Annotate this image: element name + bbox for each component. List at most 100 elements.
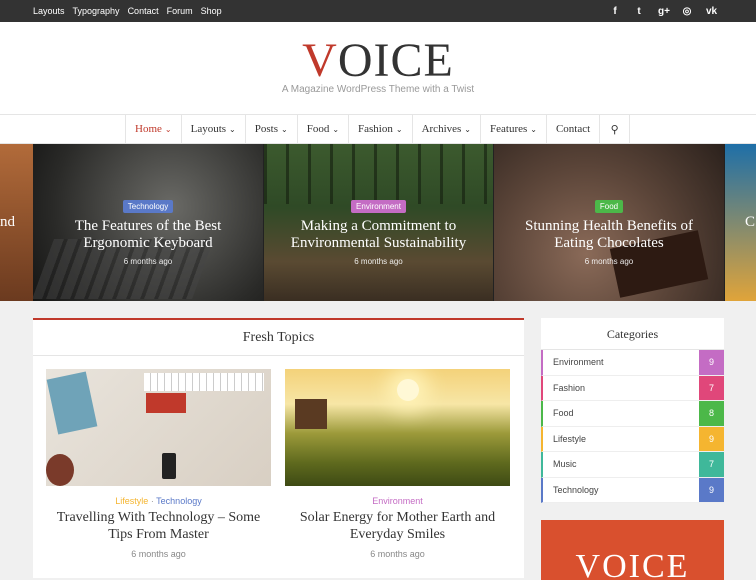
top-link-typography[interactable]: Typography bbox=[73, 6, 120, 16]
category-badge[interactable]: Environment bbox=[351, 200, 406, 213]
nav-contact[interactable]: Contact bbox=[547, 114, 601, 144]
vk-icon[interactable]: vk bbox=[706, 6, 717, 17]
slide-title[interactable]: Stunning Health Benefits of Eating Choco… bbox=[494, 218, 724, 252]
sun-image bbox=[397, 379, 419, 401]
nav-posts[interactable]: Posts ⌄ bbox=[246, 114, 298, 144]
category-name: Music bbox=[553, 459, 577, 470]
instagram-icon[interactable]: ◎ bbox=[682, 6, 692, 17]
cup-image bbox=[46, 454, 74, 486]
category-item-technology[interactable]: Technology 9 bbox=[541, 477, 724, 503]
slide-time: 6 months ago bbox=[354, 257, 403, 266]
google-plus-icon[interactable]: g+ bbox=[658, 6, 670, 17]
forest-image bbox=[264, 144, 493, 204]
logo-v: V bbox=[302, 34, 338, 87]
post-image[interactable] bbox=[46, 369, 271, 486]
site-header: VOICE A Magazine WordPress Theme with a … bbox=[0, 22, 756, 114]
category-count: 9 bbox=[699, 477, 724, 502]
category-count: 9 bbox=[699, 350, 724, 375]
nav-label: Contact bbox=[555, 123, 591, 135]
slide-partial-right[interactable]: C bbox=[725, 144, 756, 301]
social-links: f t g+ ◎ vk bbox=[610, 0, 717, 22]
category-name: Environment bbox=[553, 357, 604, 368]
notebook-image bbox=[46, 371, 98, 435]
slide-time: 6 months ago bbox=[123, 257, 173, 266]
category-item-food[interactable]: Food 8 bbox=[541, 401, 724, 427]
post-card[interactable]: Environment Solar Energy for Mother Eart… bbox=[285, 369, 510, 559]
barn-image bbox=[295, 399, 327, 429]
post-time: 6 months ago bbox=[370, 549, 425, 559]
post-card[interactable]: Lifestyle · Technology Travelling With T… bbox=[46, 369, 271, 559]
widget-title: Categories bbox=[541, 318, 724, 350]
slide-time: 6 months ago bbox=[584, 257, 634, 266]
slide-partial-text: C bbox=[745, 214, 756, 230]
category-count: 7 bbox=[699, 452, 724, 477]
category-name: Technology bbox=[553, 484, 599, 495]
search-icon: ⚲ bbox=[610, 123, 619, 136]
nav-label: Archives bbox=[421, 123, 462, 135]
nav-home[interactable]: Home ⌄ bbox=[126, 114, 182, 144]
category-name: Lifestyle bbox=[553, 433, 587, 444]
category-link[interactable]: Environment bbox=[372, 496, 423, 506]
post-title[interactable]: Travelling With Technology – Some Tips F… bbox=[46, 509, 271, 543]
slide-partial-left[interactable]: nd bbox=[0, 144, 33, 301]
post-time: 6 months ago bbox=[131, 549, 186, 559]
book-image bbox=[146, 393, 186, 413]
top-link-forum[interactable]: Forum bbox=[167, 6, 193, 16]
category-count: 7 bbox=[699, 375, 724, 400]
site-logo[interactable]: VOICE bbox=[0, 36, 756, 86]
categories-widget: Categories Environment 9 Fashion 7 Food … bbox=[541, 318, 724, 503]
slide-environment[interactable]: Environment Making a Commitment to Envir… bbox=[264, 144, 493, 301]
slide-technology[interactable]: Technology The Features of the Best Ergo… bbox=[33, 144, 263, 301]
search-button[interactable]: ⚲ bbox=[600, 114, 631, 144]
post-categories: Environment bbox=[285, 496, 510, 506]
slide-title[interactable]: The Features of the Best Ergonomic Keybo… bbox=[33, 218, 263, 252]
nav-food[interactable]: Food ⌄ bbox=[298, 114, 350, 144]
category-name: Food bbox=[553, 408, 574, 419]
category-name: Fashion bbox=[553, 382, 586, 393]
category-item-environment[interactable]: Environment 9 bbox=[541, 350, 724, 376]
category-badge[interactable]: Technology bbox=[122, 200, 174, 213]
nav-layouts[interactable]: Layouts ⌄ bbox=[182, 114, 246, 144]
post-categories: Lifestyle · Technology bbox=[46, 496, 271, 506]
main-nav: Home ⌄ Layouts ⌄ Posts ⌄ Food ⌄ Fashion ⌄ Arc… bbox=[0, 114, 756, 144]
fresh-topics-panel: Fresh Topics Lifestyle · Technology Trav… bbox=[33, 318, 524, 578]
category-link[interactable]: Technology bbox=[156, 496, 202, 506]
nav-label: Home bbox=[135, 123, 162, 135]
nav-fashion[interactable]: Fashion ⌄ bbox=[349, 114, 413, 144]
top-bar: Layouts Typography Contact Forum Shop f … bbox=[0, 0, 756, 22]
slide-partial-text: nd bbox=[0, 214, 15, 230]
nav-features[interactable]: Features ⌄ bbox=[481, 114, 547, 144]
featured-slider: nd Technology The Features of the Best E… bbox=[0, 144, 756, 301]
top-link-contact[interactable]: Contact bbox=[128, 6, 159, 16]
category-separator: · bbox=[150, 496, 154, 506]
chevron-down-icon: ⌄ bbox=[229, 124, 236, 134]
nav-label: Posts bbox=[254, 123, 278, 135]
nav-archives[interactable]: Archives ⌄ bbox=[413, 114, 481, 144]
top-link-layouts[interactable]: Layouts bbox=[33, 6, 65, 16]
nav-label: Food bbox=[306, 123, 330, 135]
category-item-fashion[interactable]: Fashion 7 bbox=[541, 375, 724, 401]
top-link-shop[interactable]: Shop bbox=[201, 6, 222, 16]
facebook-icon[interactable]: f bbox=[610, 6, 620, 17]
post-title[interactable]: Solar Energy for Mother Earth and Everyd… bbox=[285, 509, 510, 543]
category-count: 9 bbox=[699, 426, 724, 451]
site-tagline: A Magazine WordPress Theme with a Twist bbox=[281, 84, 475, 95]
slide-food[interactable]: Food Stunning Health Benefits of Eating … bbox=[494, 144, 724, 301]
chevron-down-icon: ⌄ bbox=[164, 124, 172, 134]
post-image[interactable] bbox=[285, 369, 510, 486]
twitter-icon[interactable]: t bbox=[634, 6, 644, 17]
category-item-music[interactable]: Music 7 bbox=[541, 452, 724, 478]
category-item-lifestyle[interactable]: Lifestyle 9 bbox=[541, 426, 724, 452]
category-count: 8 bbox=[699, 401, 724, 426]
category-badge[interactable]: Food bbox=[594, 200, 624, 213]
chevron-down-icon: ⌄ bbox=[530, 124, 537, 134]
top-links: Layouts Typography Contact Forum Shop bbox=[33, 0, 222, 22]
nav-label: Fashion bbox=[358, 123, 393, 135]
slide-title[interactable]: Making a Commitment to Environmental Sus… bbox=[264, 218, 493, 252]
phone-image bbox=[162, 453, 176, 479]
chevron-down-icon: ⌄ bbox=[464, 124, 471, 134]
logo-rest: OICE bbox=[337, 34, 454, 87]
promo-banner[interactable]: VOICE bbox=[541, 520, 724, 580]
chevron-down-icon: ⌄ bbox=[332, 124, 340, 134]
category-link[interactable]: Lifestyle bbox=[115, 496, 148, 506]
